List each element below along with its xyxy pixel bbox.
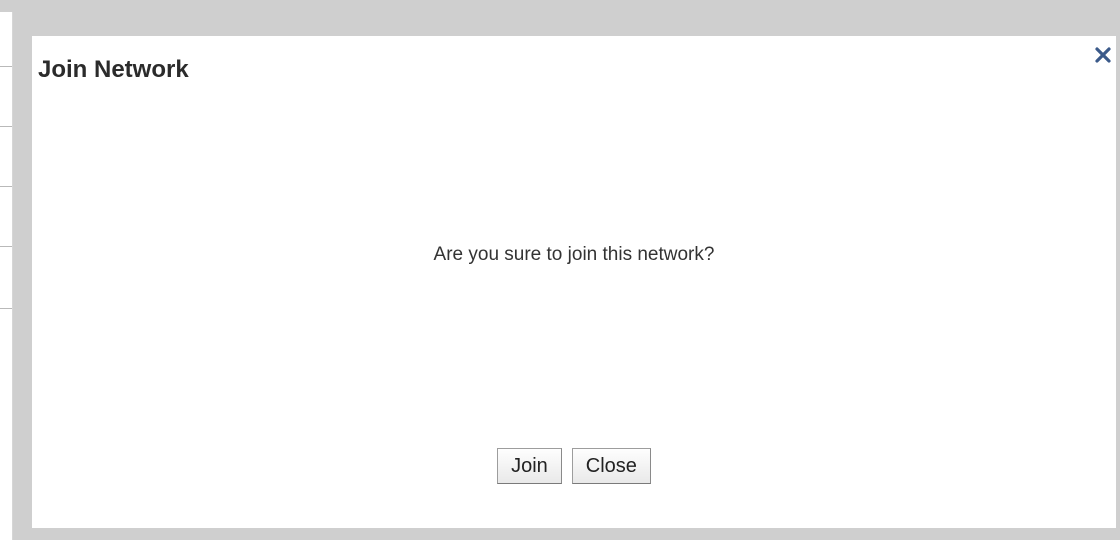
join-button[interactable]: Join xyxy=(497,448,562,484)
background-divider xyxy=(0,308,12,309)
join-network-dialog: Join Network Are you sure to join this n… xyxy=(32,36,1116,528)
close-button[interactable]: Close xyxy=(571,448,651,484)
dialog-title: Join Network xyxy=(38,56,189,83)
background-page-edge xyxy=(0,12,13,540)
dialog-button-row: Join Close xyxy=(32,448,1116,484)
close-icon[interactable] xyxy=(1094,46,1112,64)
background-divider xyxy=(0,66,12,67)
close-icon-glyph xyxy=(1095,47,1111,63)
background-divider xyxy=(0,246,12,247)
confirmation-message: Are you sure to join this network? xyxy=(433,244,715,265)
background-divider xyxy=(0,186,12,187)
background-divider xyxy=(0,126,12,127)
